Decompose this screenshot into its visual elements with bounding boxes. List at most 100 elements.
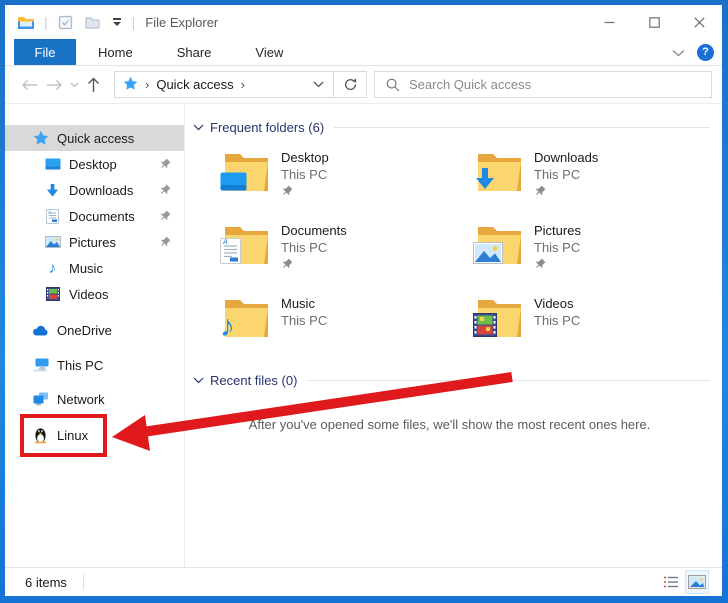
tile-location: This PC	[281, 166, 329, 183]
search-box[interactable]	[374, 71, 712, 98]
sidebar-item-quick-access[interactable]: Quick access	[5, 125, 184, 151]
up-icon[interactable]	[81, 72, 106, 98]
refresh-icon[interactable]	[334, 71, 367, 98]
music-icon: ♪	[44, 260, 61, 277]
sidebar-item-label: Network	[57, 392, 105, 407]
large-icons-view-icon[interactable]	[686, 571, 708, 593]
customize-toolbar-icon[interactable]	[110, 18, 124, 26]
sidebar-item-label: Pictures	[69, 235, 116, 250]
breadcrumb-separator: ›	[145, 77, 149, 92]
tab-view[interactable]: View	[233, 39, 305, 65]
forward-icon[interactable]	[42, 72, 67, 98]
sidebar-item-documents[interactable]: A Documents	[5, 203, 184, 229]
pin-icon	[534, 258, 581, 273]
document-icon: A	[44, 208, 61, 225]
collapse-chevron-icon	[193, 124, 204, 131]
pin-icon	[281, 258, 347, 273]
picture-icon	[44, 234, 61, 251]
sidebar-item-onedrive[interactable]: OneDrive	[5, 317, 184, 343]
folder-tile-desktop[interactable]: Desktop This PC	[223, 149, 476, 201]
tux-penguin-icon	[32, 427, 49, 444]
tab-file[interactable]: File	[14, 39, 76, 65]
properties-icon[interactable]	[56, 12, 76, 32]
folder-icon	[223, 149, 270, 193]
breadcrumb-separator[interactable]: ›	[241, 77, 245, 92]
new-folder-icon[interactable]	[83, 12, 103, 32]
pin-icon	[159, 158, 171, 173]
folder-icon	[476, 222, 523, 266]
item-count: 6 items	[25, 575, 67, 590]
sidebar-item-downloads[interactable]: Downloads	[5, 177, 184, 203]
folder-tile-videos[interactable]: Videos This PC	[476, 295, 728, 347]
frequent-folders-grid: Desktop This PC Downloads This PC	[185, 136, 722, 347]
close-button[interactable]	[677, 5, 722, 39]
folder-tile-documents[interactable]: A Documents This PC	[223, 222, 476, 274]
download-overlay-icon	[473, 167, 497, 194]
frequent-folders-header[interactable]: Frequent folders (6)	[185, 118, 722, 136]
recent-locations-icon[interactable]	[67, 72, 81, 98]
navigation-pane: Quick access Desktop Downloads A Documen…	[5, 104, 185, 567]
search-input[interactable]	[409, 77, 711, 92]
sidebar-item-pictures[interactable]: Pictures	[5, 229, 184, 255]
tile-name: Documents	[281, 222, 347, 239]
back-icon[interactable]	[17, 72, 42, 98]
video-overlay-icon	[473, 313, 497, 340]
explorer-folder-icon	[16, 12, 36, 32]
sidebar-item-this-pc[interactable]: This PC	[5, 352, 184, 378]
folder-tile-music[interactable]: ♪ Music This PC	[223, 295, 476, 347]
picture-overlay-icon	[473, 242, 503, 267]
tile-location: This PC	[281, 239, 347, 256]
cloud-icon	[32, 322, 49, 339]
help-icon[interactable]: ?	[697, 44, 714, 61]
tile-location: This PC	[534, 312, 580, 329]
sidebar-item-label: Documents	[69, 209, 135, 224]
maximize-button[interactable]	[632, 5, 677, 39]
title-bar: | | File Explorer	[5, 5, 722, 39]
minimize-button[interactable]	[587, 5, 632, 39]
file-explorer-window: | | File Explorer	[5, 5, 722, 596]
folder-icon: A	[223, 222, 270, 266]
separator: |	[44, 14, 48, 30]
desktop-overlay-icon	[220, 172, 247, 194]
quick-access-toolbar: | |	[16, 12, 136, 32]
group-header-label: Recent files (0)	[210, 373, 297, 388]
details-view-icon[interactable]	[660, 571, 682, 593]
expand-ribbon-icon[interactable]	[672, 45, 685, 60]
tile-name: Downloads	[534, 149, 598, 166]
window-title: File Explorer	[145, 15, 218, 30]
pin-icon	[159, 210, 171, 225]
sidebar-item-desktop[interactable]: Desktop	[5, 151, 184, 177]
breadcrumb-location[interactable]: Quick access	[156, 77, 233, 92]
sidebar-item-music[interactable]: ♪ Music	[5, 255, 184, 281]
sidebar-item-label: Desktop	[69, 157, 117, 172]
sidebar-item-network[interactable]: Network	[5, 386, 184, 412]
folder-icon	[476, 149, 523, 193]
folder-icon: ♪	[223, 295, 270, 339]
tile-location: This PC	[534, 166, 598, 183]
star-icon	[32, 130, 49, 147]
music-overlay-icon: ♪	[220, 314, 235, 340]
search-icon	[386, 78, 400, 92]
tab-home[interactable]: Home	[76, 39, 155, 65]
tile-location: This PC	[281, 312, 327, 329]
folder-tile-pictures[interactable]: Pictures This PC	[476, 222, 728, 274]
sidebar-item-label: Videos	[69, 287, 109, 302]
group-header-label: Frequent folders (6)	[210, 120, 324, 135]
window-controls	[587, 5, 722, 39]
address-dropdown-icon[interactable]	[307, 81, 329, 88]
sidebar-item-videos[interactable]: Videos	[5, 281, 184, 307]
sidebar-item-label: Downloads	[69, 183, 133, 198]
pin-icon	[159, 236, 171, 251]
folder-tile-downloads[interactable]: Downloads This PC	[476, 149, 728, 201]
sidebar-item-label: OneDrive	[57, 323, 112, 338]
breadcrumb[interactable]: › Quick access ›	[114, 71, 334, 98]
network-icon	[32, 391, 49, 408]
tab-share[interactable]: Share	[155, 39, 234, 65]
sidebar-item-linux[interactable]: Linux	[5, 422, 184, 448]
folder-icon	[476, 295, 523, 339]
recent-files-header[interactable]: Recent files (0)	[185, 371, 722, 389]
content-pane: Frequent folders (6) Desktop This PC	[185, 104, 722, 567]
download-icon	[44, 182, 61, 199]
tile-name: Desktop	[281, 149, 329, 166]
pin-icon	[534, 185, 598, 200]
